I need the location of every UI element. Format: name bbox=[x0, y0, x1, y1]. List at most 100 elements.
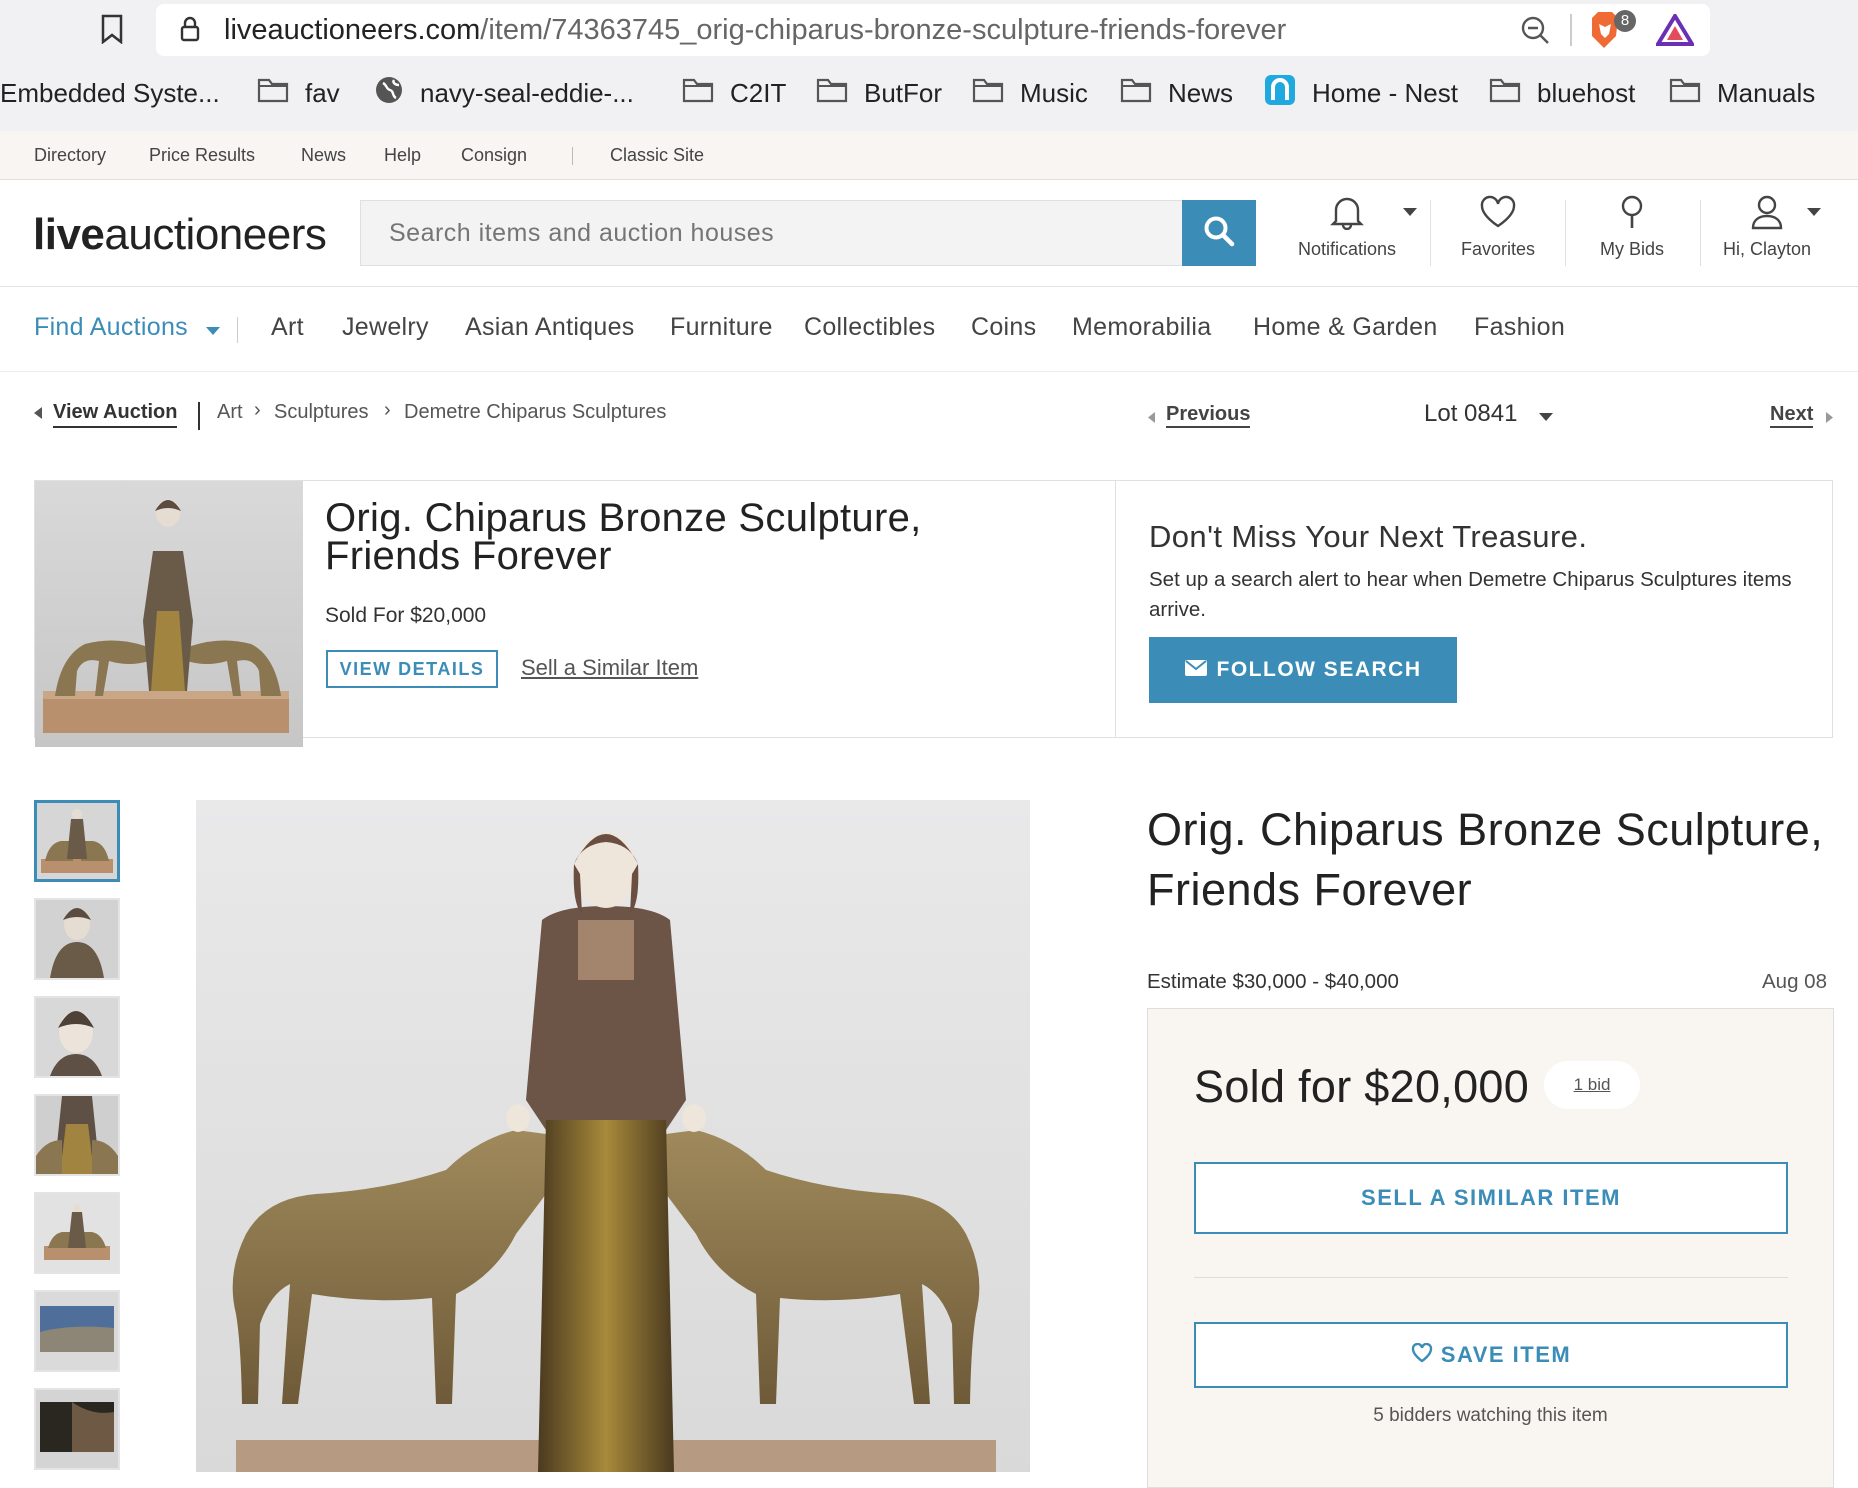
notifications-button[interactable]: Notifications bbox=[1277, 194, 1417, 260]
browser-chrome: liveauctioneers.com/item/74363745_orig-c… bbox=[0, 0, 1858, 132]
logo-bold: live bbox=[33, 210, 105, 259]
category-coins[interactable]: Coins bbox=[971, 313, 1036, 342]
gallery-thumb-4[interactable] bbox=[34, 1094, 120, 1176]
folder-icon bbox=[816, 77, 848, 110]
favorites-button[interactable]: Favorites bbox=[1428, 194, 1568, 260]
bookmark-c2it[interactable]: C2IT bbox=[682, 73, 786, 113]
category-nav: Find Auctions Art Jewelry Asian Antiques… bbox=[0, 287, 1858, 372]
category-furniture[interactable]: Furniture bbox=[670, 313, 773, 342]
bookmark-label: bluehost bbox=[1537, 77, 1636, 108]
category-jewelry[interactable]: Jewelry bbox=[342, 313, 429, 342]
category-art[interactable]: Art bbox=[271, 313, 304, 342]
util-news[interactable]: News bbox=[301, 145, 346, 166]
zoom-out-icon[interactable] bbox=[1520, 15, 1550, 50]
address-bar[interactable]: liveauctioneers.com/item/74363745_orig-c… bbox=[156, 4, 1710, 56]
find-auctions-dropdown[interactable]: Find Auctions bbox=[34, 313, 221, 343]
url-text: liveauctioneers.com/item/74363745_orig-c… bbox=[224, 14, 1286, 47]
lot-selector[interactable]: Lot 0841 bbox=[1424, 400, 1554, 429]
util-consign[interactable]: Consign bbox=[461, 145, 527, 166]
category-memorabilia[interactable]: Memorabilia bbox=[1072, 313, 1211, 342]
breadcrumb-sculptures[interactable]: Sculptures bbox=[274, 401, 369, 424]
brave-rewards-icon[interactable] bbox=[1654, 12, 1696, 51]
bid-box-divider bbox=[1194, 1277, 1788, 1278]
breadcrumb-art[interactable]: Art bbox=[217, 401, 243, 424]
my-bids-button[interactable]: My Bids bbox=[1562, 194, 1702, 260]
heart-icon bbox=[1479, 195, 1517, 234]
bid-count-label: 1 bid bbox=[1573, 1075, 1611, 1094]
alert-heading: Don't Miss Your Next Treasure. bbox=[1149, 519, 1588, 554]
util-price-results[interactable]: Price Results bbox=[149, 145, 255, 166]
search-input[interactable] bbox=[361, 201, 1183, 265]
account-label: Hi, Clayton bbox=[1722, 239, 1812, 259]
util-divider bbox=[572, 147, 573, 165]
url-path: /item/74363745_orig-chiparus-bronze-scul… bbox=[480, 14, 1287, 46]
gallery-thumb-6[interactable] bbox=[34, 1290, 120, 1372]
folder-icon bbox=[1669, 77, 1701, 110]
folder-icon bbox=[682, 77, 714, 110]
view-auction-link[interactable]: View Auction bbox=[53, 401, 178, 428]
bookmark-fav[interactable]: fav bbox=[257, 73, 340, 113]
gallery-thumb-3[interactable] bbox=[34, 996, 120, 1078]
bookmark-page-icon[interactable] bbox=[100, 14, 124, 49]
bookmark-navy-seal-eddie[interactable]: navy-seal-eddie-... bbox=[374, 73, 634, 113]
breadcrumb-demetre-chiparus[interactable]: Demetre Chiparus Sculptures bbox=[404, 401, 666, 424]
summary-title[interactable]: Orig. Chiparus Bronze Sculpture, Friends… bbox=[325, 498, 1065, 576]
category-home-garden[interactable]: Home & Garden bbox=[1253, 313, 1438, 342]
bookmark-label: News bbox=[1168, 77, 1234, 108]
site-logo[interactable]: liveauctioneers bbox=[33, 210, 327, 260]
bookmark-bluehost[interactable]: bluehost bbox=[1489, 73, 1635, 113]
bookmark-label: ButFor bbox=[864, 77, 943, 108]
globe-icon bbox=[374, 75, 404, 112]
bookmark-news[interactable]: News bbox=[1120, 73, 1233, 113]
lot-number: Lot 0841 bbox=[1424, 400, 1518, 427]
view-details-button[interactable]: VIEW DETAILS bbox=[326, 650, 498, 688]
bookmark-label: Embedded Syste... bbox=[0, 77, 220, 108]
breadcrumb-separator: › bbox=[384, 399, 391, 421]
search-button[interactable] bbox=[1182, 200, 1256, 266]
summary-item-image[interactable] bbox=[35, 481, 303, 747]
bid-count-pill[interactable]: 1 bid bbox=[1544, 1061, 1640, 1109]
user-icon bbox=[1750, 195, 1784, 234]
bookmark-embedded-systems[interactable]: Embedded Syste... bbox=[0, 73, 220, 113]
previous-lot-link[interactable]: Previous bbox=[1166, 403, 1251, 428]
bell-icon bbox=[1330, 197, 1364, 234]
bookmark-butfor[interactable]: ButFor bbox=[816, 73, 942, 113]
nest-icon bbox=[1264, 74, 1296, 113]
bookmark-music[interactable]: Music bbox=[972, 73, 1088, 113]
util-classic-site[interactable]: Classic Site bbox=[610, 145, 704, 166]
breadcrumb-separator: › bbox=[254, 399, 261, 421]
util-help[interactable]: Help bbox=[384, 145, 421, 166]
folder-icon bbox=[1120, 77, 1152, 110]
sell-similar-item-button[interactable]: SELL A SIMILAR ITEM bbox=[1194, 1162, 1788, 1234]
util-directory[interactable]: Directory bbox=[34, 145, 106, 166]
gallery-thumb-7[interactable] bbox=[34, 1388, 120, 1470]
breadcrumb-divider bbox=[198, 402, 200, 430]
sell-similar-link[interactable]: Sell a Similar Item bbox=[521, 655, 698, 681]
follow-search-button[interactable]: FOLLOW SEARCH bbox=[1149, 637, 1457, 703]
save-item-label: SAVE ITEM bbox=[1440, 1342, 1572, 1367]
gallery-thumb-2[interactable] bbox=[34, 898, 120, 980]
chevron-down-icon bbox=[205, 314, 221, 343]
folder-icon bbox=[257, 77, 289, 110]
gallery-thumb-1[interactable] bbox=[34, 800, 120, 882]
bookmark-label: Manuals bbox=[1717, 77, 1816, 108]
account-caret-icon[interactable] bbox=[1806, 204, 1822, 222]
item-title: Orig. Chiparus Bronze Sculpture, Friends… bbox=[1147, 804, 1824, 915]
category-asian-antiques[interactable]: Asian Antiques bbox=[465, 313, 635, 342]
next-lot-link[interactable]: Next bbox=[1770, 403, 1814, 428]
save-item-button[interactable]: SAVE ITEM bbox=[1194, 1322, 1788, 1388]
folder-icon bbox=[972, 77, 1004, 110]
category-fashion[interactable]: Fashion bbox=[1474, 313, 1565, 342]
my-bids-label: My Bids bbox=[1599, 239, 1664, 259]
caret-left-icon bbox=[34, 406, 42, 424]
main-item-image[interactable] bbox=[196, 800, 1030, 1472]
notifications-caret-icon[interactable] bbox=[1402, 204, 1418, 222]
gallery-thumb-5[interactable] bbox=[34, 1192, 120, 1274]
logo-light: auctioneers bbox=[104, 210, 327, 259]
category-collectibles[interactable]: Collectibles bbox=[804, 313, 935, 342]
summary-sold-for: Sold For $20,000 bbox=[325, 604, 487, 627]
bookmark-home-nest[interactable]: Home - Nest bbox=[1264, 73, 1458, 113]
site-header: liveauctioneers Notifications Favorites … bbox=[0, 180, 1858, 287]
bookmark-manuals[interactable]: Manuals bbox=[1669, 73, 1815, 113]
search-icon bbox=[1203, 215, 1235, 252]
